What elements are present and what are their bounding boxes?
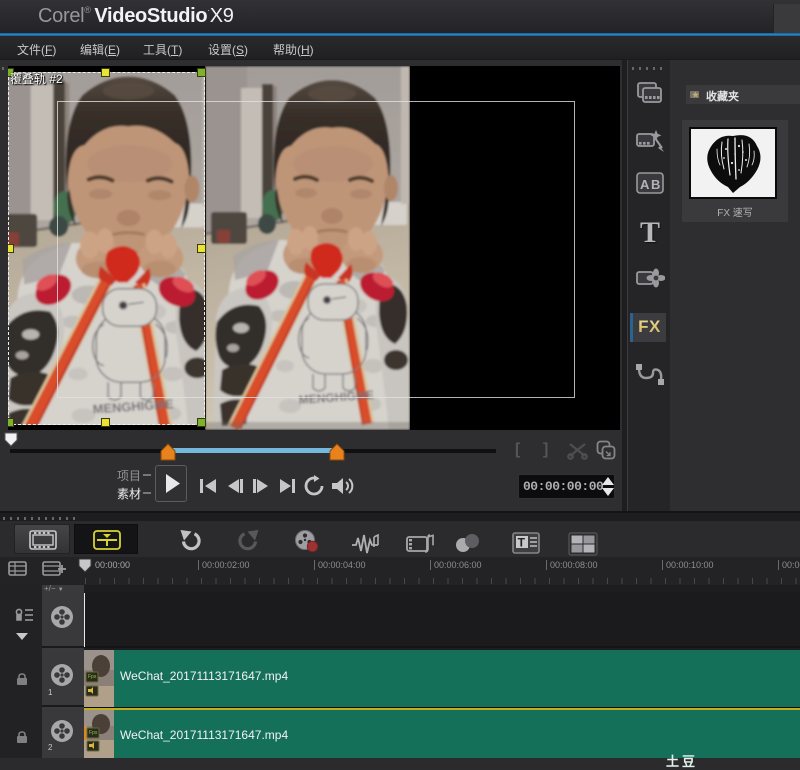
svg-text:Fps: Fps [88,674,97,680]
svg-text:T: T [518,536,526,550]
svg-text:B: B [651,177,660,192]
svg-text:A: A [640,177,650,192]
svg-text:Fps: Fps [89,730,98,736]
